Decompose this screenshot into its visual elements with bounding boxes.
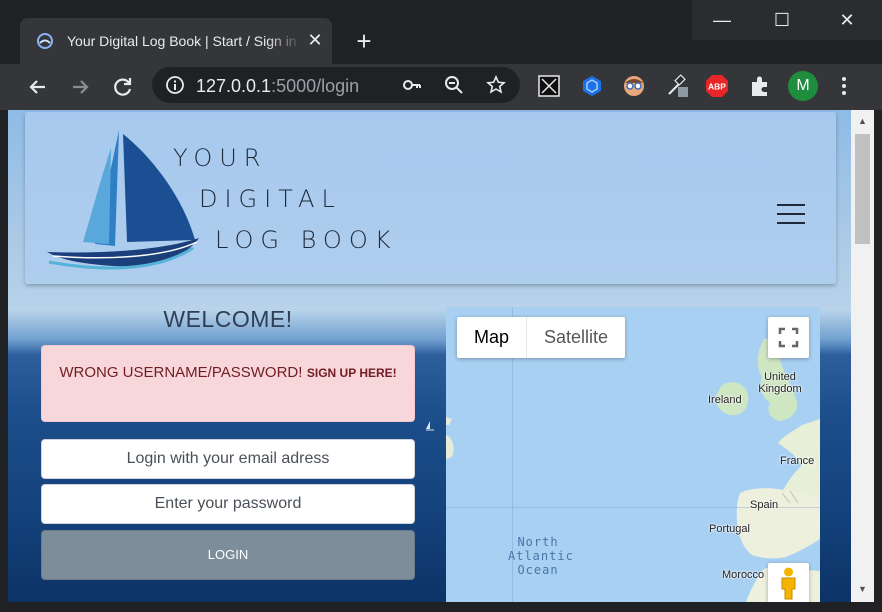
map-type-satellite-button[interactable]: Satellite <box>527 317 625 358</box>
new-tab-button[interactable]: + <box>350 28 378 56</box>
menu-kebab-icon[interactable] <box>832 74 856 98</box>
fullscreen-icon <box>778 327 799 348</box>
hamburger-menu-icon[interactable] <box>777 204 805 226</box>
browser-tab[interactable]: Your Digital Log Book | Start / Sign in … <box>20 18 332 64</box>
site-header: YOUR DIGITAL LOG BOOK <box>25 112 836 284</box>
close-window-button[interactable]: ✕ <box>812 0 882 40</box>
map-label-uk: United Kingdom <box>758 371 802 395</box>
site-info-icon[interactable] <box>165 75 185 95</box>
abp-label: ABP <box>708 82 726 92</box>
brand-line-3: LOG BOOK <box>215 226 398 254</box>
bookmark-star-icon[interactable] <box>486 75 506 95</box>
reload-icon[interactable] <box>108 72 138 102</box>
window-border <box>0 110 8 602</box>
tab-close-icon[interactable]: ✕ <box>306 31 324 49</box>
back-arrow-icon[interactable] <box>23 72 53 102</box>
map-type-map-button[interactable]: Map <box>457 317 528 358</box>
window-border <box>874 110 882 602</box>
browser-title-bar: Your Digital Log Book | Start / Sign in … <box>0 0 882 64</box>
minimize-button[interactable]: — <box>692 0 752 40</box>
page-viewport: YOUR DIGITAL LOG BOOK WELCOME! WRONG USE… <box>8 110 851 602</box>
brand-wordmark: YOUR DIGITAL LOG BOOK <box>173 138 397 261</box>
eyedropper-extension-icon[interactable] <box>665 74 689 98</box>
scroll-thumb[interactable] <box>855 134 870 244</box>
window-border <box>0 602 882 612</box>
maximize-button[interactable]: ☐ <box>752 0 812 40</box>
scroll-down-arrow-icon[interactable]: ▼ <box>857 584 868 595</box>
cartoon-face-extension-icon[interactable] <box>622 74 646 98</box>
map-label-portugal: Portugal <box>709 523 750 535</box>
street-view-pegman-button[interactable] <box>768 563 809 602</box>
map-label-ireland: Ireland <box>708 394 742 406</box>
zoom-out-icon[interactable] <box>444 75 464 95</box>
small-sail-icon <box>426 421 434 431</box>
login-error-alert: WRONG USERNAME/PASSWORD! SIGN UP HERE! <box>41 345 415 422</box>
brand-line-2: DIGITAL <box>199 185 342 213</box>
map-label-spain: Spain <box>750 499 779 511</box>
key-icon[interactable] <box>402 75 422 95</box>
forward-arrow-icon[interactable] <box>65 72 95 102</box>
alert-message: WRONG USERNAME/PASSWORD! <box>59 364 303 381</box>
blue-cube-extension-icon[interactable] <box>580 74 604 98</box>
pegman-icon <box>781 567 796 600</box>
profile-avatar[interactable]: M <box>788 71 818 101</box>
password-input[interactable] <box>41 484 415 524</box>
login-button[interactable]: LOGIN <box>41 530 415 580</box>
tab-title: Your Digital Log Book | Start / Sign in <box>67 33 297 49</box>
address-bar[interactable]: 127.0.0.1:5000/login <box>152 67 520 103</box>
fullscreen-button[interactable] <box>768 317 809 358</box>
map-label-france: France <box>780 455 815 467</box>
scroll-up-arrow-icon[interactable]: ▲ <box>857 116 868 127</box>
url-path: :5000/login <box>271 76 360 96</box>
browser-toolbar: 127.0.0.1:5000/login ABP M <box>0 64 882 110</box>
puzzle-extension-icon[interactable] <box>537 74 561 98</box>
map-label-ocean: North Atlantic Ocean <box>508 535 574 577</box>
welcome-heading: WELCOME! <box>163 306 293 332</box>
adblock-plus-icon[interactable]: ABP <box>705 74 729 98</box>
brand-line-1: YOUR <box>173 144 268 172</box>
map-widget[interactable]: United Kingdom Ireland France Spain Port… <box>446 307 820 602</box>
signup-link[interactable]: SIGN UP HERE! <box>307 366 397 380</box>
site-favicon-icon <box>37 33 53 49</box>
map-label-morocco: Morocco <box>722 569 765 581</box>
map-type-control: Map Satellite <box>457 317 626 358</box>
extensions-puzzle-icon[interactable] <box>748 74 772 98</box>
page-scrollbar[interactable]: ▲ ▼ <box>851 110 874 602</box>
url-host: 127.0.0.1 <box>196 76 272 96</box>
email-input[interactable] <box>41 439 415 479</box>
url-text: 127.0.0.1:5000/login <box>196 76 359 96</box>
